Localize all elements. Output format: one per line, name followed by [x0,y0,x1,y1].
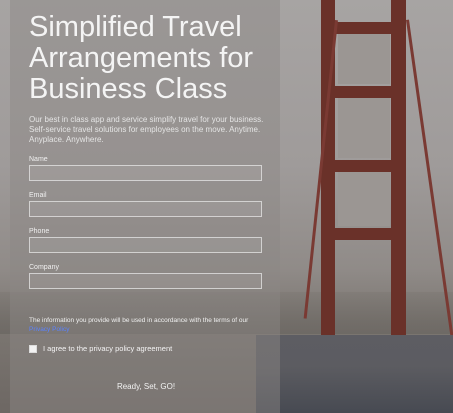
page-headline: Simplified Travel Arrangements for Busin… [29,11,254,105]
signup-panel: Simplified Travel Arrangements for Busin… [29,12,269,353]
intro-text: Our best in class app and service simpli… [29,115,264,144]
company-field[interactable] [29,273,262,289]
bridge-tower-opening [338,34,390,84]
bridge-beam [326,228,400,240]
bridge-tower-opening [338,172,390,226]
privacy-notice-text: The information you provide will be used… [29,317,249,324]
bridge-tower-opening [338,98,390,158]
email-field[interactable] [29,201,262,217]
name-field[interactable] [29,165,262,181]
suspension-cable [406,19,453,337]
privacy-policy-link[interactable]: Privacy Policy [29,326,69,333]
bridge-beam [326,160,400,172]
submit-button[interactable]: Ready, Set, GO! [107,377,185,395]
agree-label: I agree to the privacy policy agreement [43,344,173,353]
privacy-agreement[interactable]: I agree to the privacy policy agreement [29,344,269,353]
privacy-notice: The information you provide will be used… [29,316,269,334]
name-label: Name [29,156,48,163]
agree-checkbox[interactable] [29,344,37,353]
bridge-deck-traffic [256,335,453,413]
phone-label: Phone [29,228,50,235]
bridge-beam [326,86,400,98]
company-label: Company [29,264,59,271]
phone-field[interactable] [29,237,262,253]
email-label: Email [29,192,47,199]
